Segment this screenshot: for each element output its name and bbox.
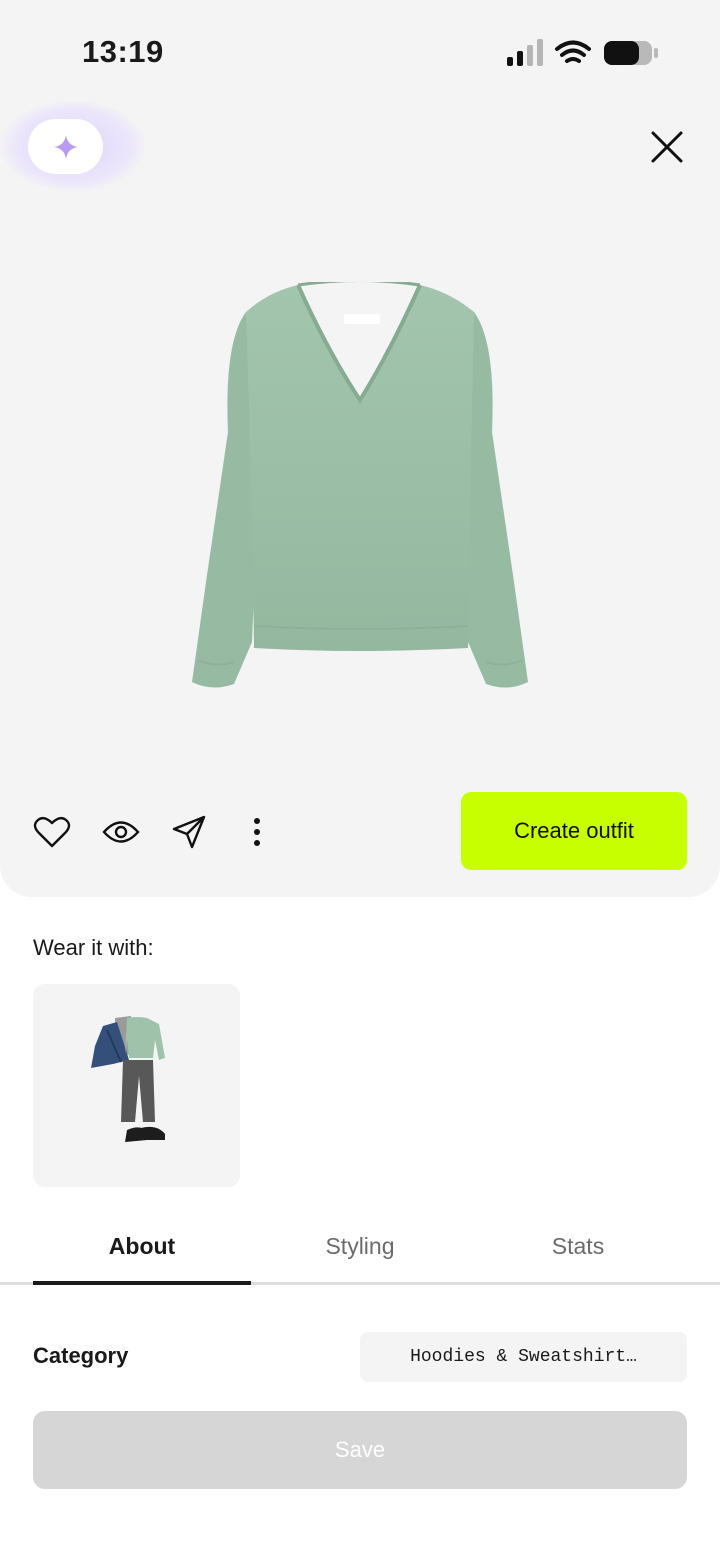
- status-icons: [507, 39, 658, 66]
- signal-icon: [507, 39, 543, 66]
- wear-it-with-label: Wear it with:: [33, 935, 154, 960]
- tab-active-indicator: [33, 1281, 251, 1285]
- outfit-thumbnail: [91, 1016, 165, 1142]
- status-time: 13:19: [82, 34, 164, 69]
- sparkle-icon: [53, 134, 78, 159]
- more-vertical-icon: [254, 818, 260, 846]
- send-icon: [172, 815, 206, 849]
- heart-icon: [33, 816, 71, 848]
- create-outfit-button[interactable]: Create outfit: [461, 792, 687, 870]
- category-select[interactable]: Hoodies & Sweatshirt…: [360, 1332, 687, 1382]
- product-image: [192, 282, 528, 688]
- save-button[interactable]: Save: [33, 1411, 687, 1489]
- tab-styling[interactable]: Styling: [251, 1222, 469, 1270]
- view-button[interactable]: [101, 812, 141, 852]
- wifi-icon: [555, 40, 591, 63]
- product-hero: 13:19 Create outfit: [0, 0, 720, 897]
- eye-icon: [102, 821, 140, 843]
- ai-assistant-button[interactable]: [28, 119, 103, 174]
- category-label: Category: [33, 1343, 129, 1368]
- battery-icon: [604, 41, 658, 65]
- close-icon[interactable]: [650, 130, 684, 164]
- share-button[interactable]: [169, 812, 209, 852]
- tab-stats[interactable]: Stats: [469, 1222, 687, 1270]
- tab-bar: About Styling Stats: [0, 1222, 720, 1286]
- favorite-button[interactable]: [32, 812, 72, 852]
- tab-about[interactable]: About: [33, 1222, 251, 1270]
- outfit-card[interactable]: [33, 984, 240, 1187]
- more-button[interactable]: [237, 812, 277, 852]
